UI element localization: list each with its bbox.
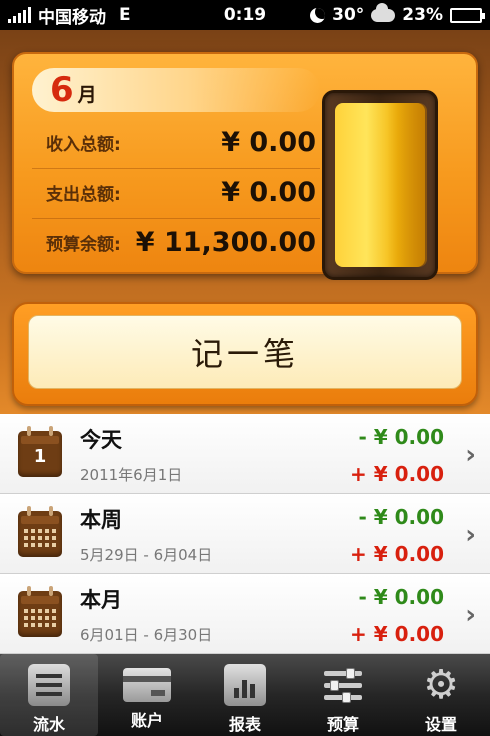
period-title: 今天 — [80, 428, 122, 452]
expense-total-value: ¥ 0.00 — [221, 177, 316, 208]
period-income: + ¥ 0.00 — [350, 462, 444, 486]
tab-settings[interactable]: ⚙ 设置 — [392, 654, 490, 736]
carrier-name: 中国移动 — [38, 7, 106, 28]
cloud-weather-icon — [371, 2, 396, 22]
budget-balance-value: ¥ 11,300.00 — [135, 227, 316, 258]
calendar-week-icon — [18, 506, 62, 557]
period-expense: - ¥ 0.00 — [358, 505, 445, 529]
period-row-week[interactable]: 本周 5月29日 - 6月04日 - ¥ 0.00 + ¥ 0.00 › — [0, 494, 490, 574]
period-range: 6月01日 - 6月30日 — [80, 626, 213, 644]
battery-percent: 23% — [402, 5, 443, 25]
list-icon — [28, 664, 70, 706]
period-expense: - ¥ 0.00 — [358, 425, 445, 449]
status-bar: 中国移动 E 0:19 30° 23% — [0, 0, 490, 30]
summary-area: 6 月 收入总额: ¥ 0.00 支出总额: ¥ 0.00 预算余额: ¥ 11… — [0, 30, 490, 414]
budget-gauge-icon[interactable] — [322, 90, 438, 280]
budget-balance-label: 预算余额: — [46, 235, 121, 255]
account-card-icon — [123, 668, 171, 702]
record-entry-button[interactable]: 记一笔 — [28, 315, 462, 389]
calendar-month-icon — [18, 586, 62, 637]
budget-balance-row: 预算余额: ¥ 11,300.00 — [32, 218, 320, 266]
budget-sliders-icon — [322, 664, 364, 706]
tab-accounts[interactable]: 账户 — [98, 654, 196, 736]
month-number: 6 — [50, 70, 74, 110]
expense-total-label: 支出总额: — [46, 185, 121, 205]
tab-bar: 流水 账户 报表 预算 ⚙ 设置 — [0, 654, 490, 736]
tab-label: 设置 — [424, 715, 457, 734]
period-list: 1 今天 2011年6月1日 - ¥ 0.00 + ¥ 0.00 › 本周 5月… — [0, 414, 490, 654]
month-label: 6 月 — [32, 68, 320, 112]
tab-transactions[interactable]: 流水 — [0, 654, 98, 736]
tab-budget[interactable]: 预算 — [294, 654, 392, 736]
signal-strength-icon — [8, 7, 31, 23]
period-title: 本周 — [80, 508, 122, 532]
temperature: 30° — [332, 5, 365, 25]
income-total-label: 收入总额: — [46, 134, 121, 155]
period-row-month[interactable]: 本月 6月01日 - 6月30日 - ¥ 0.00 + ¥ 0.00 › — [0, 574, 490, 654]
period-title: 本月 — [80, 588, 122, 612]
chevron-right-icon: › — [465, 600, 476, 630]
calendar-day-icon: 1 — [18, 426, 62, 477]
gear-icon: ⚙ — [423, 662, 459, 708]
tab-label: 流水 — [32, 715, 65, 734]
period-row-today[interactable]: 1 今天 2011年6月1日 - ¥ 0.00 + ¥ 0.00 › — [0, 414, 490, 494]
battery-icon — [450, 7, 485, 23]
period-range: 2011年6月1日 — [80, 466, 183, 484]
report-icon — [224, 664, 266, 706]
record-button-frame: 记一笔 — [12, 302, 478, 406]
income-total-value: ¥ 0.00 — [221, 126, 316, 158]
period-income: + ¥ 0.00 — [350, 622, 444, 646]
tab-label: 报表 — [228, 715, 261, 734]
network-type: E — [119, 5, 131, 25]
period-income: + ¥ 0.00 — [350, 542, 444, 566]
period-expense: - ¥ 0.00 — [358, 585, 445, 609]
calendar-day-number: 1 — [33, 446, 47, 467]
moon-icon — [310, 7, 326, 23]
period-range: 5月29日 - 6月04日 — [80, 546, 213, 564]
monthly-summary-card: 6 月 收入总额: ¥ 0.00 支出总额: ¥ 0.00 预算余额: ¥ 11… — [12, 52, 478, 280]
chevron-right-icon: › — [465, 440, 476, 470]
tab-label: 预算 — [326, 715, 359, 734]
expense-total-row: 支出总额: ¥ 0.00 — [32, 168, 320, 216]
income-total-row: 收入总额: ¥ 0.00 — [32, 118, 320, 166]
chevron-right-icon: › — [465, 520, 476, 550]
tab-label: 账户 — [130, 711, 163, 730]
month-unit: 月 — [77, 84, 97, 106]
tab-reports[interactable]: 报表 — [196, 654, 294, 736]
